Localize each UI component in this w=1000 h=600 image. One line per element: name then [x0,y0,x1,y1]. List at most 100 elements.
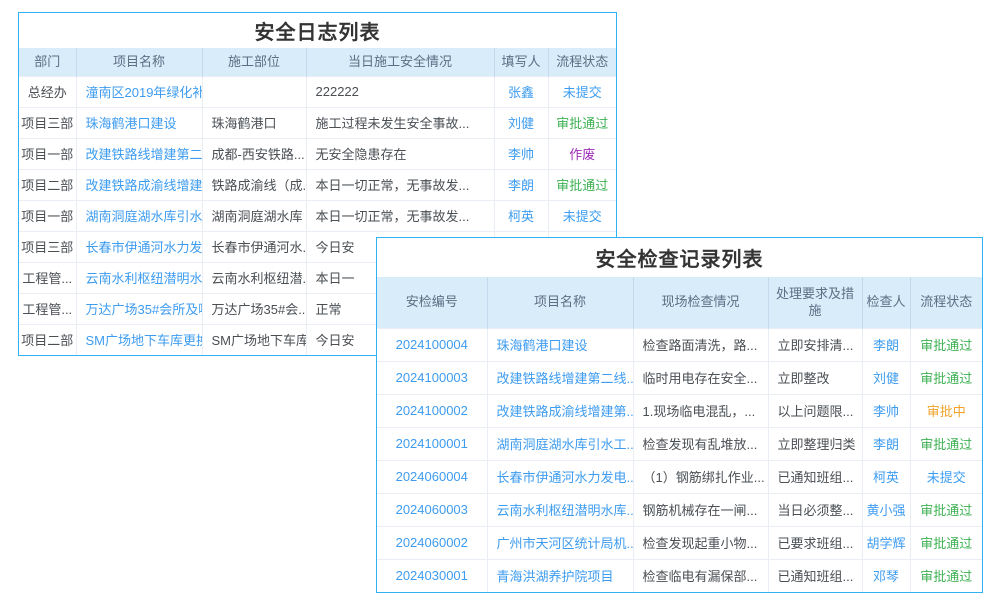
status-badge: 审批通过 [910,361,982,394]
inspection-record-header: 安检编号项目名称现场检查情况处理要求及措施检查人流程状态 [377,277,982,328]
site-check-cell: 检查发现起重小物... [633,526,768,559]
project-link[interactable]: 云南水利枢纽潜明水库一... [76,262,202,293]
status-badge: 审批通过 [910,427,982,460]
writer-link[interactable]: 柯英 [494,200,548,231]
inspection-code-link[interactable]: 2024100001 [377,427,487,460]
inspector-link[interactable]: 柯英 [862,460,910,493]
project-link[interactable]: 珠海鹤港口建设 [76,107,202,138]
project-link[interactable]: 珠海鹤港口建设 [487,328,633,361]
inspection-code-link[interactable]: 2024060003 [377,493,487,526]
department-cell: 项目二部 [19,324,76,355]
department-cell: 项目一部 [19,200,76,231]
inspection-record-panel: 安全检查记录列表 安检编号项目名称现场检查情况处理要求及措施检查人流程状态 20… [376,237,983,593]
situation-cell: 无安全隐患存在 [306,138,494,169]
status-badge: 审批通过 [910,328,982,361]
inspection-record-table: 安检编号项目名称现场检查情况处理要求及措施检查人流程状态 2024100004珠… [377,277,982,592]
status-badge: 审批通过 [548,169,616,200]
inspector-link[interactable]: 胡学辉 [862,526,910,559]
column-header: 施工部位 [202,48,306,76]
inspector-link[interactable]: 刘健 [862,361,910,394]
site-check-cell: 1.现场临电混乱，... [633,394,768,427]
situation-cell: 本日一切正常，无事故发... [306,200,494,231]
project-link[interactable]: 广州市天河区统计局机... [487,526,633,559]
project-link[interactable]: 改建铁路成渝线增建第二... [76,169,202,200]
project-link[interactable]: 青海洪湖养护院项目 [487,559,633,592]
department-cell: 总经办 [19,76,76,107]
column-header: 项目名称 [487,277,633,328]
measures-cell: 已要求班组... [768,526,862,559]
project-link[interactable]: 改建铁路线增建第二线... [487,361,633,394]
project-link[interactable]: 改建铁路线增建第二线直... [76,138,202,169]
department-cell: 项目一部 [19,138,76,169]
safety-log-title: 安全日志列表 [19,13,616,48]
inspection-code-link[interactable]: 2024060004 [377,460,487,493]
column-header: 流程状态 [548,48,616,76]
site-check-cell: 检查发现有乱堆放... [633,427,768,460]
inspector-link[interactable]: 李朗 [862,427,910,460]
measures-cell: 立即整理归类 [768,427,862,460]
table-row: 2024100002改建铁路成渝线增建第...1.现场临电混乱，...以上问题限… [377,394,982,427]
measures-cell: 立即安排清... [768,328,862,361]
table-row: 项目一部湖南洞庭湖水库引水工程...湖南洞庭湖水库本日一切正常，无事故发...柯… [19,200,616,231]
status-badge: 未提交 [548,76,616,107]
project-link[interactable]: 云南水利枢纽潜明水库... [487,493,633,526]
inspection-code-link[interactable]: 2024030001 [377,559,487,592]
table-row: 2024100001湖南洞庭湖水库引水工...检查发现有乱堆放...立即整理归类… [377,427,982,460]
inspection-code-link[interactable]: 2024060002 [377,526,487,559]
inspector-link[interactable]: 李朗 [862,328,910,361]
project-link[interactable]: 改建铁路成渝线增建第... [487,394,633,427]
inspection-code-link[interactable]: 2024100003 [377,361,487,394]
column-header: 流程状态 [910,277,982,328]
project-link[interactable]: 长春市伊通河水力发电厂... [76,231,202,262]
inspector-link[interactable]: 邓琴 [862,559,910,592]
inspection-code-link[interactable]: 2024100004 [377,328,487,361]
column-header: 检查人 [862,277,910,328]
status-badge: 未提交 [910,460,982,493]
measures-cell: 已通知班组... [768,460,862,493]
project-link[interactable]: 万达广场35#会所及咖啡... [76,293,202,324]
location-cell: 湖南洞庭湖水库 [202,200,306,231]
status-badge: 审批通过 [548,107,616,138]
status-badge: 审批中 [910,394,982,427]
writer-link[interactable]: 李帅 [494,138,548,169]
column-header: 部门 [19,48,76,76]
department-cell: 项目二部 [19,169,76,200]
location-cell: 长春市伊通河水... [202,231,306,262]
column-header: 当日施工安全情况 [306,48,494,76]
status-badge: 作废 [548,138,616,169]
inspector-link[interactable]: 李帅 [862,394,910,427]
status-badge: 审批通过 [910,493,982,526]
measures-cell: 立即整改 [768,361,862,394]
department-cell: 工程管... [19,293,76,324]
measures-cell: 已通知班组... [768,559,862,592]
site-check-cell: 临时用电存在安全... [633,361,768,394]
department-cell: 工程管... [19,262,76,293]
location-cell: 珠海鹤港口 [202,107,306,138]
column-header: 现场检查情况 [633,277,768,328]
project-link[interactable]: 长春市伊通河水力发电... [487,460,633,493]
site-check-cell: 钢筋机械存在一闸... [633,493,768,526]
table-row: 2024060002广州市天河区统计局机...检查发现起重小物...已要求班组.… [377,526,982,559]
inspector-link[interactable]: 黄小强 [862,493,910,526]
table-row: 总经办潼南区2019年绿化补贴项...222222张鑫未提交 [19,76,616,107]
location-cell: 成都-西安铁路... [202,138,306,169]
project-link[interactable]: 湖南洞庭湖水库引水工... [487,427,633,460]
measures-cell: 以上问题限... [768,394,862,427]
inspection-code-link[interactable]: 2024100002 [377,394,487,427]
column-header: 项目名称 [76,48,202,76]
situation-cell: 本日一切正常，无事故发... [306,169,494,200]
writer-link[interactable]: 刘健 [494,107,548,138]
project-link[interactable]: 湖南洞庭湖水库引水工程... [76,200,202,231]
writer-link[interactable]: 李朗 [494,169,548,200]
site-check-cell: （1）钢筋绑扎作业... [633,460,768,493]
situation-cell: 施工过程未发生安全事故... [306,107,494,138]
writer-link[interactable]: 张鑫 [494,76,548,107]
project-link[interactable]: 潼南区2019年绿化补贴项... [76,76,202,107]
project-link[interactable]: SM广场地下车库更换摄... [76,324,202,355]
table-row: 2024030001青海洪湖养护院项目检查临电有漏保部...已通知班组...邓琴… [377,559,982,592]
status-badge: 未提交 [548,200,616,231]
table-row: 项目二部改建铁路成渝线增建第二...铁路成渝线（成...本日一切正常，无事故发.… [19,169,616,200]
department-cell: 项目三部 [19,107,76,138]
department-cell: 项目三部 [19,231,76,262]
location-cell: 铁路成渝线（成... [202,169,306,200]
